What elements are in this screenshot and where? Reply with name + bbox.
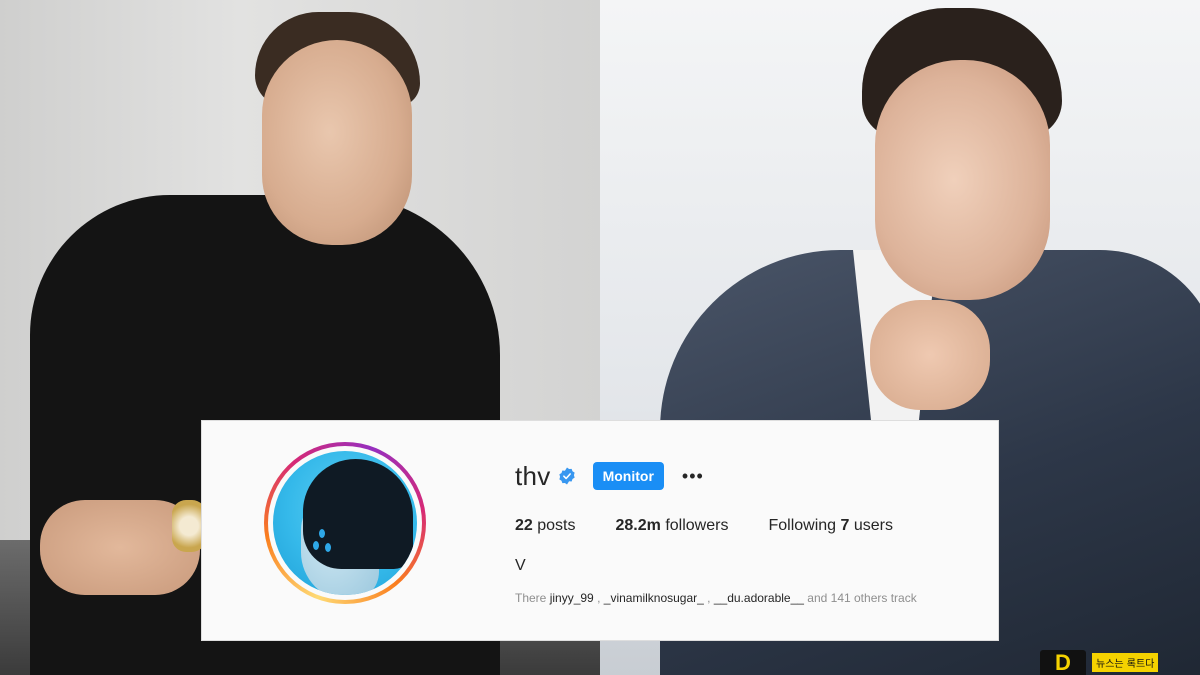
following-suffix: users	[853, 517, 893, 534]
verified-badge-icon	[558, 467, 575, 485]
watermark-logo: D	[1040, 650, 1086, 675]
followed-user-3[interactable]: __du.adorable__	[714, 591, 804, 605]
followed-suffix: and 141 others track	[807, 591, 917, 605]
followed-prefix: There	[515, 591, 547, 605]
posts-label: posts	[537, 517, 576, 534]
followers-label: followers	[665, 517, 729, 534]
following-count: 7	[840, 517, 850, 534]
profile-full-name: V	[515, 557, 526, 574]
posts-count: 22	[515, 517, 533, 534]
followers-count: 28.2m	[615, 517, 661, 534]
username: thv	[515, 460, 551, 491]
profile-stats: 22 posts 28.2m followers Following 7 use…	[515, 517, 933, 535]
watermark-text: 뉴스는 록트다	[1092, 653, 1159, 672]
followed-sep-2: ,	[707, 591, 711, 605]
news-watermark: D 뉴스는 록트다	[1040, 650, 1159, 675]
following-prefix: Following	[768, 517, 837, 534]
followed-user-2[interactable]: _vinamilknosugar_	[604, 591, 704, 605]
posts-stat: 22 posts	[515, 517, 576, 535]
followed-user-1[interactable]: jinyy_99	[550, 591, 594, 605]
story-ring[interactable]	[264, 442, 426, 604]
followers-stat[interactable]: 28.2m followers	[616, 517, 729, 535]
following-stat[interactable]: Following 7 users	[768, 517, 893, 535]
profile-card: thv Monitor ••• 22 posts 28.2m followers…	[201, 420, 999, 641]
followed-sep-1: ,	[597, 591, 601, 605]
monitor-button[interactable]: Monitor	[592, 462, 664, 490]
more-horizontal-icon[interactable]: •••	[682, 467, 704, 485]
followed-by-text[interactable]: There jinyy_99 , _vinamilknosugar_ , __d…	[515, 591, 917, 605]
profile-avatar[interactable]	[273, 451, 417, 595]
profile-header: thv Monitor •••	[515, 461, 704, 491]
